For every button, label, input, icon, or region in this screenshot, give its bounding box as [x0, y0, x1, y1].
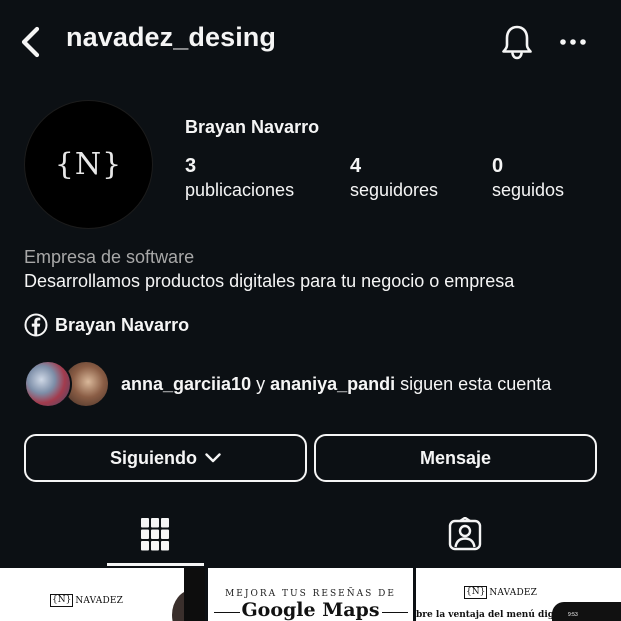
mutual-follower-avatar[interactable]: [24, 360, 72, 408]
facebook-icon: [24, 313, 48, 337]
post-brand-box: {N}: [50, 594, 74, 607]
chevron-left-icon: [21, 26, 40, 58]
more-horizontal-icon: [560, 39, 586, 45]
more-options-button[interactable]: [552, 22, 594, 62]
tab-tagged[interactable]: [415, 500, 515, 568]
mutual-followers-connector: y: [251, 373, 271, 394]
chevron-down-icon: [205, 453, 221, 463]
grid-icon: [141, 518, 169, 551]
profile-display-name: Brayan Navarro: [185, 117, 320, 137]
post-brand-logo: {N} NAVADEZ: [464, 586, 537, 599]
post-brand-name: NAVADEZ: [75, 595, 124, 606]
post-kicker-text: MEJORA TUS RESEÑAS DE: [225, 589, 396, 599]
tab-posts-grid[interactable]: [105, 500, 205, 568]
profile-username: navadez_desing: [66, 22, 276, 52]
post-brand-logo: {N} NAVADEZ: [50, 594, 123, 607]
avatar-logo-text: {N}: [54, 147, 123, 182]
posts-count-stat[interactable]: 3 publicaciones: [185, 154, 294, 202]
post-rule: [382, 612, 408, 613]
following-count-stat[interactable]: 0 seguidos: [492, 154, 564, 202]
profile-tabs: [0, 500, 621, 568]
followers-count: 4: [350, 155, 362, 177]
post-phone-mockup: [552, 602, 621, 621]
following-button-label: Siguiendo: [110, 447, 197, 468]
posts-grid: {N} NAVADEZ MEJORA TUS RESEÑAS DE Google…: [0, 568, 621, 621]
profile-category: Empresa de software: [24, 247, 195, 267]
followers-count-stat[interactable]: 4 seguidores: [350, 154, 438, 202]
notifications-button[interactable]: [497, 22, 537, 62]
posts-count: 3: [185, 155, 197, 177]
post-thumbnail[interactable]: {N} NAVADEZ bre la ventaja del menú digi…: [416, 568, 621, 621]
post-thumbnail[interactable]: {N} NAVADEZ: [0, 568, 205, 621]
followers-label: seguidores: [350, 180, 439, 200]
following-label: seguidos: [492, 180, 565, 200]
following-button[interactable]: Siguiendo: [24, 434, 307, 482]
linked-facebook-page[interactable]: Brayan Navarro: [24, 313, 189, 337]
back-button[interactable]: [14, 24, 46, 60]
mutual-follower-username[interactable]: anna_garciia10: [121, 374, 251, 394]
bell-icon: [502, 25, 532, 60]
active-tab-indicator: [107, 563, 204, 566]
message-button[interactable]: Mensaje: [314, 434, 597, 482]
mutual-followers-suffix: siguen esta cuenta: [395, 373, 552, 394]
profile-avatar[interactable]: {N}: [24, 100, 153, 229]
post-caption-line: bre la ventaja del menú digital: [416, 610, 571, 620]
profile-header: navadez_desing: [0, 0, 621, 84]
tagged-person-icon: [448, 517, 482, 551]
following-count: 0: [492, 155, 504, 177]
posts-label: publicaciones: [185, 180, 295, 200]
mutual-followers[interactable]: anna_garciia10 y ananiya_pandi siguen es…: [24, 359, 551, 409]
post-brand-box: {N}: [464, 586, 488, 599]
post-phone-time: 9:53: [568, 612, 578, 618]
message-button-label: Mensaje: [419, 447, 492, 468]
post-photo-edge: [184, 568, 205, 621]
post-headline: Google Maps: [241, 599, 380, 621]
facebook-page-name: Brayan Navarro: [55, 314, 190, 335]
post-brand-name: NAVADEZ: [489, 587, 538, 598]
mutual-follower-username[interactable]: ananiya_pandi: [270, 374, 395, 394]
post-thumbnail[interactable]: MEJORA TUS RESEÑAS DE Google Maps: [208, 568, 413, 621]
mutual-followers-text: anna_garciia10 y ananiya_pandi siguen es…: [121, 374, 551, 395]
profile-bio: Desarrollamos productos digitales para t…: [24, 271, 515, 291]
